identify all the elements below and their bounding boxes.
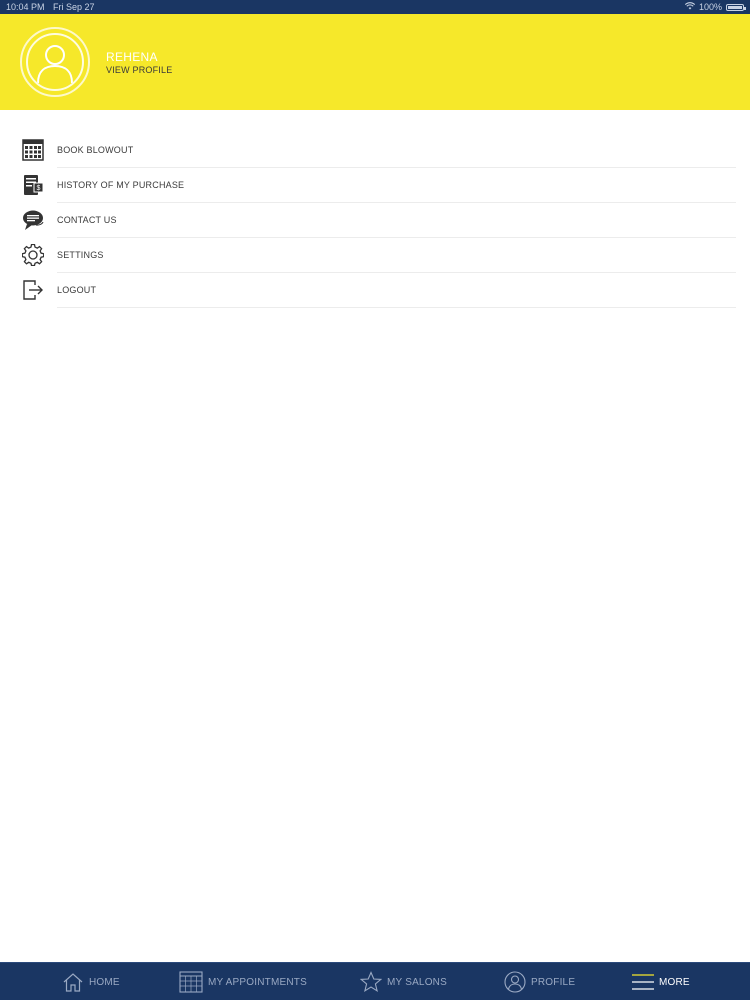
status-left: 10:04 PM Fri Sep 27 bbox=[6, 2, 101, 12]
calendar-grid-icon bbox=[21, 138, 45, 162]
tab-label: HOME bbox=[89, 976, 120, 988]
home-icon bbox=[62, 971, 84, 993]
status-date: Fri Sep 27 bbox=[53, 2, 95, 12]
gear-icon bbox=[21, 243, 45, 267]
menu-item-settings[interactable]: SETTINGS bbox=[0, 238, 750, 273]
menu-item-label: HISTORY OF MY PURCHASE bbox=[57, 180, 185, 190]
logout-icon bbox=[21, 278, 45, 302]
receipt-history-icon: $ bbox=[21, 173, 45, 197]
tab-home[interactable]: HOME bbox=[62, 963, 120, 1000]
tab-label: MORE bbox=[659, 976, 690, 988]
tab-label: MY SALONS bbox=[387, 976, 447, 988]
profile-icon bbox=[504, 971, 526, 993]
wifi-icon bbox=[684, 2, 696, 12]
avatar[interactable] bbox=[20, 27, 90, 97]
svg-text:$: $ bbox=[37, 185, 41, 192]
user-avatar-icon bbox=[26, 33, 84, 91]
tab-profile[interactable]: PROFILE bbox=[504, 963, 575, 1000]
menu-item-book-blowout[interactable]: BOOK BLOWOUT bbox=[0, 133, 750, 168]
menu-item-label: CONTACT US bbox=[57, 215, 117, 225]
tab-more[interactable]: MORE bbox=[632, 963, 690, 1000]
status-time: 10:04 PM bbox=[6, 2, 45, 12]
menu-lines-icon bbox=[632, 972, 654, 992]
more-menu: BOOK BLOWOUT $ HISTORY OF MY PURCHASE CO… bbox=[0, 133, 750, 308]
menu-item-label: LOGOUT bbox=[57, 285, 97, 295]
battery-percent: 100% bbox=[698, 2, 722, 12]
view-profile-link[interactable]: VIEW PROFILE bbox=[106, 65, 172, 75]
tab-bar: HOME MY APPOINTMENTS MY SALONS PROFILE M… bbox=[0, 962, 750, 1000]
chat-bubble-icon bbox=[21, 208, 45, 232]
battery-icon bbox=[726, 3, 746, 11]
tab-my-appointments[interactable]: MY APPOINTMENTS bbox=[179, 963, 307, 1000]
status-right: 100% bbox=[684, 2, 746, 12]
user-name: REHENA bbox=[106, 50, 158, 64]
menu-item-label: SETTINGS bbox=[57, 250, 104, 260]
menu-item-logout[interactable]: LOGOUT bbox=[0, 273, 750, 308]
tab-label: PROFILE bbox=[531, 976, 576, 988]
tab-my-salons[interactable]: MY SALONS bbox=[360, 963, 447, 1000]
menu-item-history-of-purchase[interactable]: $ HISTORY OF MY PURCHASE bbox=[0, 168, 750, 203]
menu-item-contact-us[interactable]: CONTACT US bbox=[0, 203, 750, 238]
tab-label: MY APPOINTMENTS bbox=[208, 976, 307, 988]
calendar-icon bbox=[179, 971, 203, 993]
menu-item-label: BOOK BLOWOUT bbox=[57, 145, 134, 155]
star-icon bbox=[360, 971, 382, 993]
status-bar: 10:04 PM Fri Sep 27 100% bbox=[0, 0, 750, 14]
profile-header: REHENA VIEW PROFILE bbox=[0, 14, 750, 110]
divider bbox=[57, 307, 736, 308]
